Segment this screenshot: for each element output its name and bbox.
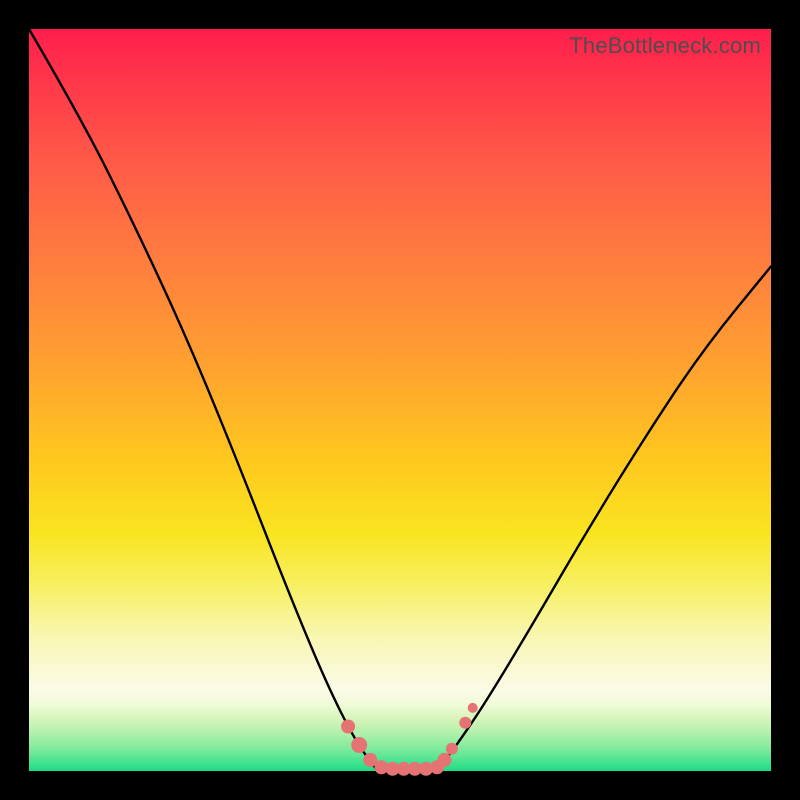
data-marker [341, 720, 355, 734]
chart-svg [29, 29, 771, 771]
data-marker [438, 753, 452, 767]
chart-frame: TheBottleneck.com [0, 0, 800, 800]
marker-group [341, 703, 478, 776]
data-marker [351, 737, 367, 753]
data-marker [446, 743, 458, 755]
data-marker [459, 717, 471, 729]
bottleneck-curve [29, 29, 771, 771]
plot-area: TheBottleneck.com [29, 29, 771, 771]
curve-group [29, 29, 771, 771]
data-marker [468, 703, 478, 713]
